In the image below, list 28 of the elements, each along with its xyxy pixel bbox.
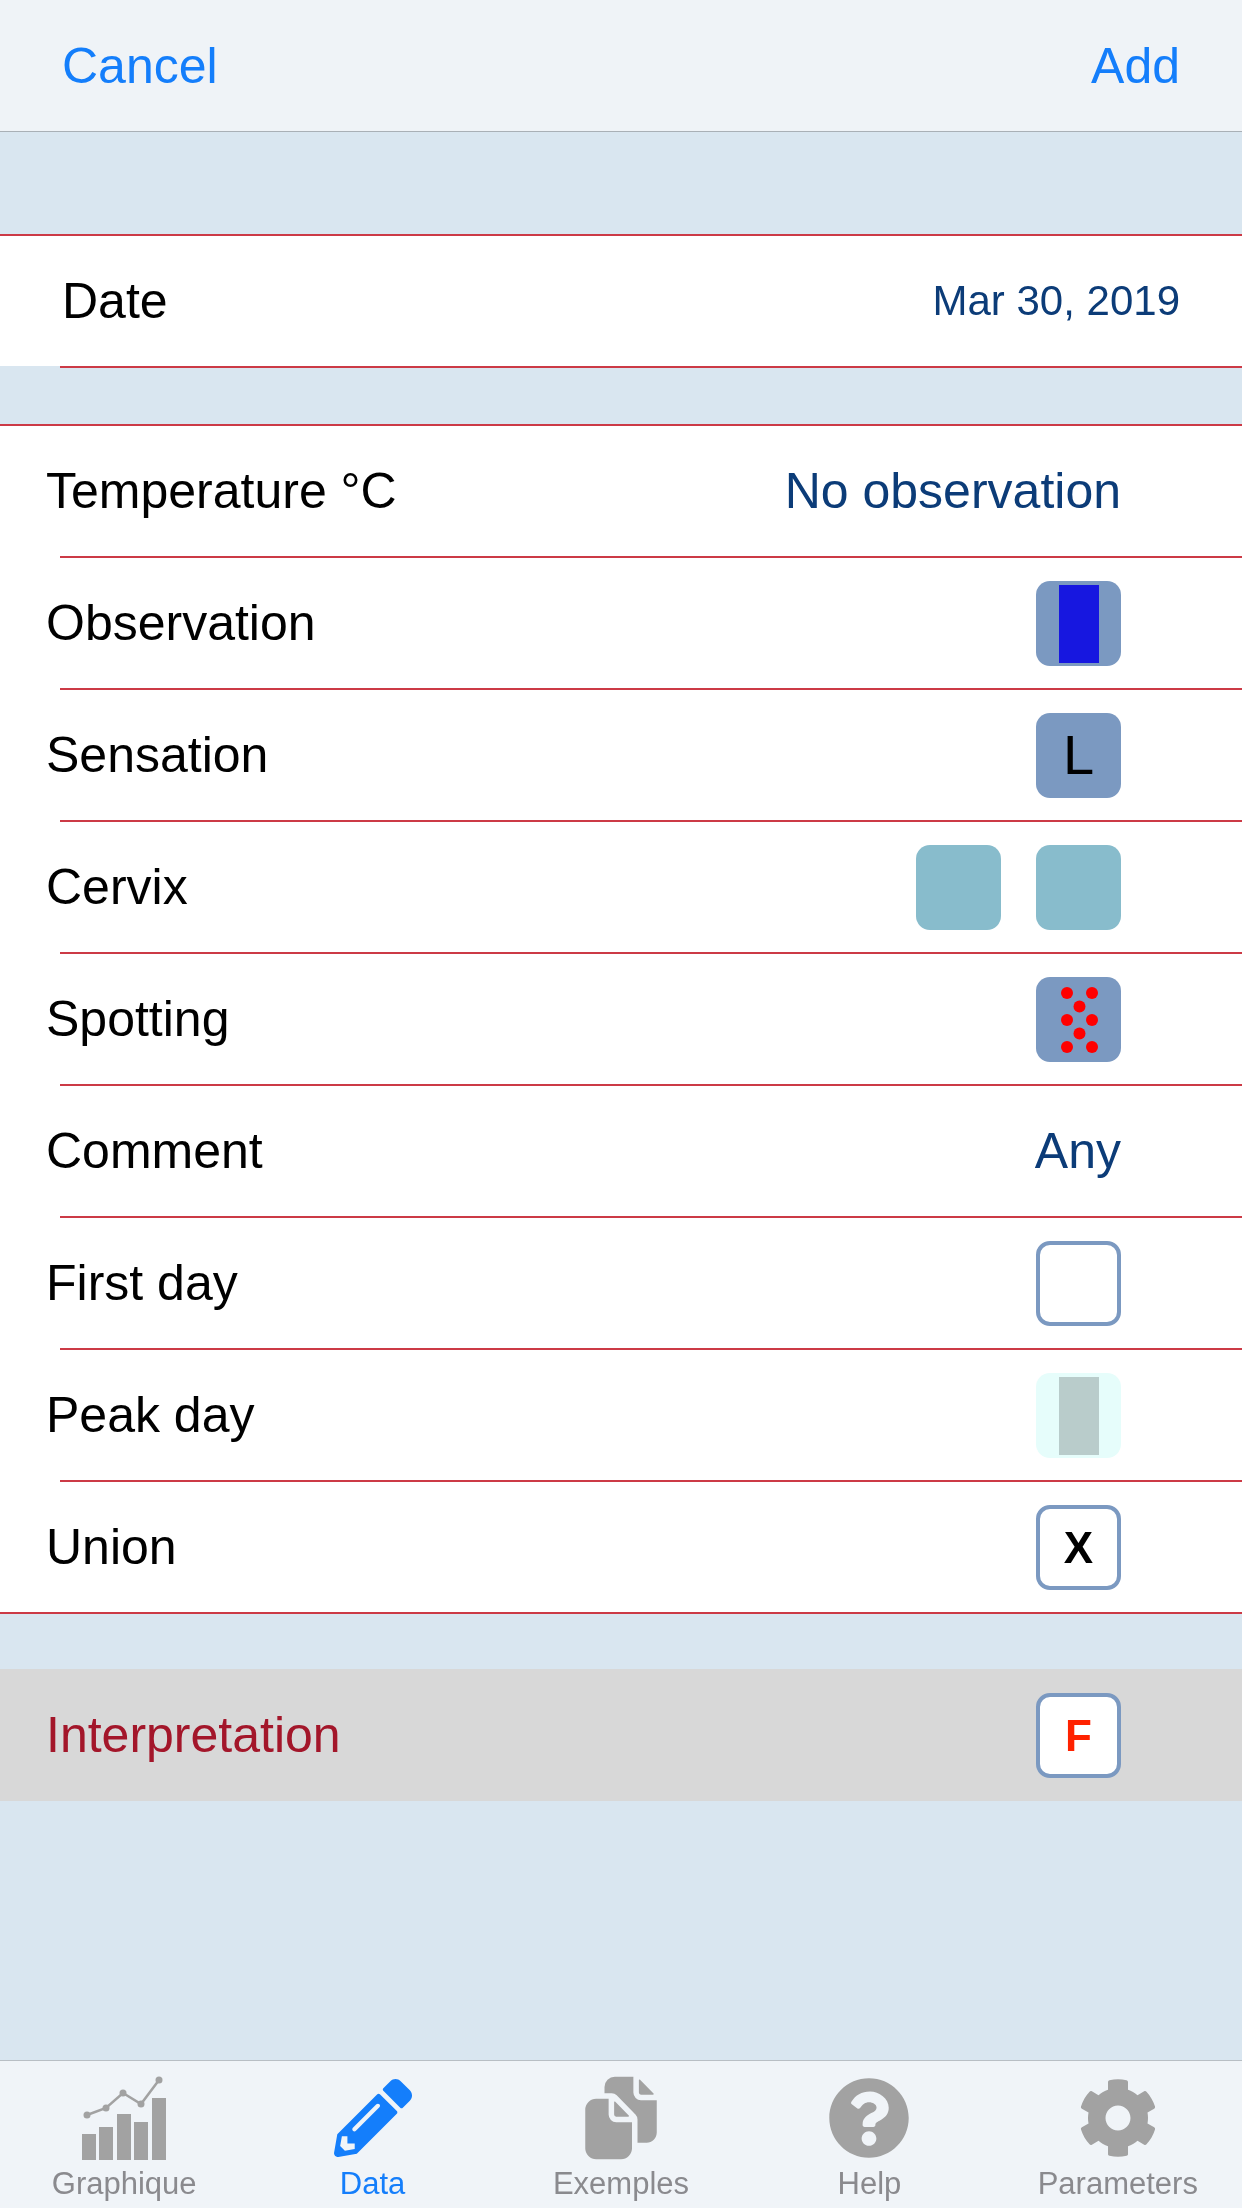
pencil-icon: [333, 2079, 412, 2157]
cancel-button[interactable]: Cancel: [62, 35, 218, 96]
interpretation-label: Interpretation: [46, 1706, 341, 1765]
help-icon: [828, 2077, 911, 2159]
row-label: Comment: [46, 1122, 263, 1181]
row-label: Union: [46, 1518, 177, 1577]
tab[interactable]: Exemples: [496, 2061, 746, 2208]
letter-tile: X: [1036, 1504, 1121, 1590]
letter-tile: F: [1036, 1692, 1121, 1778]
row-label: Spotting: [46, 990, 230, 1049]
row-label: First day: [46, 1254, 238, 1313]
row-label: Observation: [46, 594, 316, 653]
row-label: Cervix: [46, 858, 188, 917]
row-label: Peak day: [46, 1386, 255, 1445]
date-label: Date: [62, 272, 168, 331]
tab[interactable]: Data: [248, 2061, 497, 2208]
square-outline-icon: [1036, 1240, 1121, 1326]
chart-icon: [82, 2076, 167, 2160]
row-value: No observation: [784, 462, 1121, 521]
row-value: Any: [1034, 1122, 1121, 1181]
tab[interactable]: Help: [745, 2061, 994, 2208]
row-label: Sensation: [46, 726, 269, 785]
tab[interactable]: Graphique: [0, 2061, 249, 2208]
letter-tile: L: [1036, 712, 1121, 798]
tab[interactable]: Parameters: [993, 2061, 1242, 2208]
add-button[interactable]: Add: [1091, 35, 1180, 96]
date-value[interactable]: Mar 30, 2019: [932, 275, 1180, 327]
row-label: Temperature °C: [46, 462, 397, 521]
